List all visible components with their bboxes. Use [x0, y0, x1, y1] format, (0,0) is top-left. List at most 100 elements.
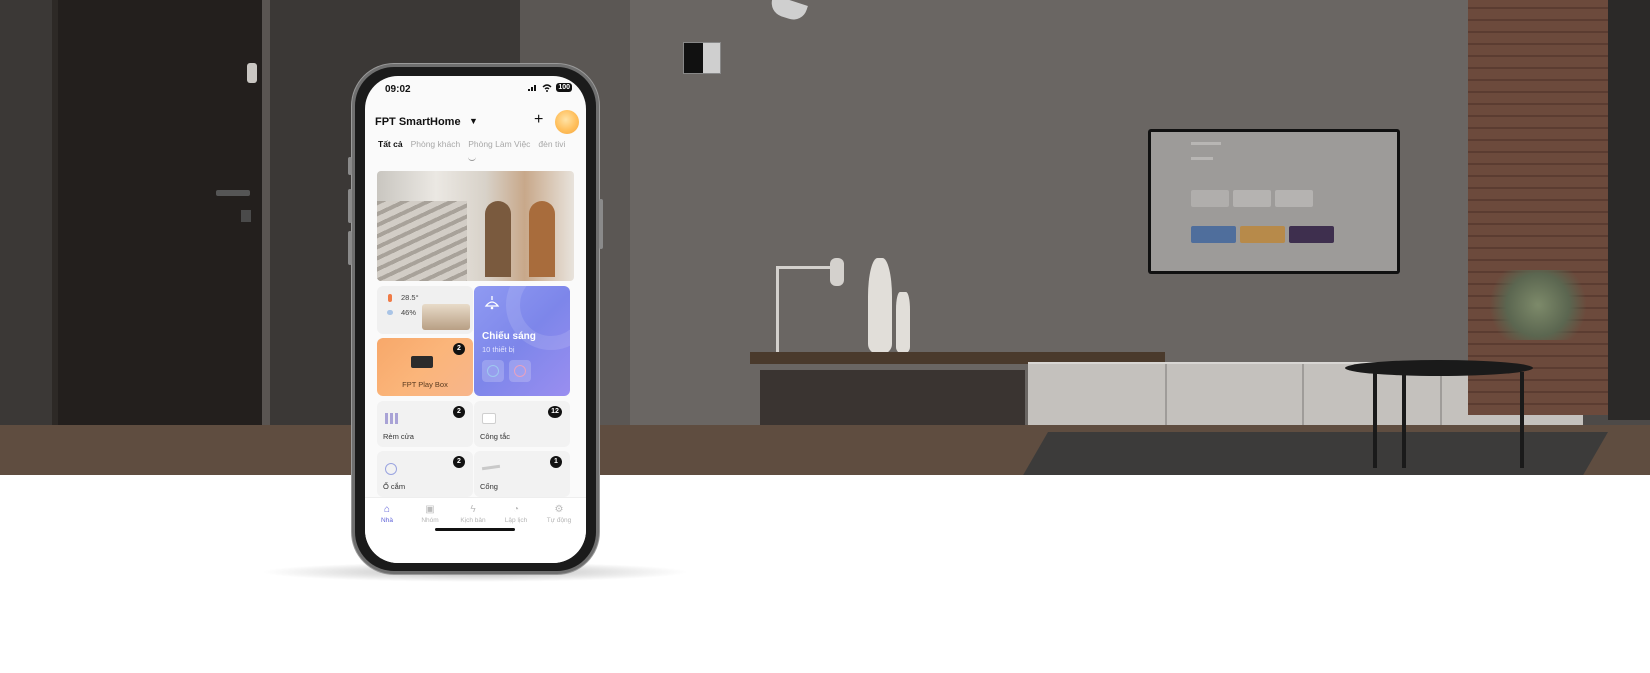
- play-box-icon: [411, 356, 433, 368]
- nav-label: Nhóm: [421, 517, 439, 524]
- lighting-title: Chiếu sáng: [482, 331, 536, 342]
- humidity-icon: [387, 310, 393, 315]
- battery-icon: 100: [556, 83, 572, 92]
- brick-wall: [1468, 0, 1608, 415]
- switch-icon: [482, 413, 496, 424]
- nav-label: Tự động: [546, 517, 572, 524]
- fpt-play-box-tile[interactable]: 2 FPT Play Box: [377, 338, 473, 396]
- cabinet-divider: [1302, 364, 1304, 426]
- tab-office[interactable]: Phòng Làm Việc: [468, 139, 530, 157]
- add-icon[interactable]: +: [534, 111, 543, 129]
- clock-icon: ◔: [512, 504, 520, 515]
- tab-all[interactable]: Tất cả: [378, 139, 403, 157]
- plant: [1478, 270, 1598, 340]
- power-ring-icon: [514, 365, 526, 377]
- phone-volume-up-button: [348, 189, 352, 223]
- status-time: 09:02: [385, 84, 411, 95]
- avatar[interactable]: [555, 110, 579, 134]
- tv-ui-card: [1191, 190, 1229, 207]
- chevron-down-icon[interactable]: ▼: [469, 116, 478, 126]
- phone-volume-down-button: [348, 231, 352, 265]
- pull-indicator: [468, 157, 476, 161]
- floor-lamp: [776, 266, 779, 352]
- power-ring-icon: [487, 365, 499, 377]
- book-shelf: [760, 370, 1025, 428]
- room-tabs: Tất cả Phòng khách Phòng Làm Việc đèn ti…: [378, 139, 583, 157]
- table-leg: [1373, 372, 1377, 468]
- window-column: [1608, 0, 1650, 420]
- weather-tile[interactable]: 28.5° 46%: [377, 286, 473, 334]
- nav-label: Nhà: [381, 517, 393, 524]
- floor-lamp-head: [830, 258, 844, 286]
- nav-scenario[interactable]: ϟ Kịch bản: [453, 504, 493, 524]
- door: [52, 0, 262, 425]
- tab-tv-light[interactable]: đèn tivi: [538, 139, 565, 157]
- vase: [868, 258, 892, 354]
- thermometer-icon: [388, 294, 392, 302]
- sofa-image: [422, 304, 470, 330]
- device-label: Rèm cửa: [383, 432, 414, 441]
- lighting-tile[interactable]: Chiếu sáng 10 thiết bị: [474, 286, 570, 396]
- signal-icon: [528, 85, 537, 91]
- banner-stairs: [377, 201, 467, 281]
- phone-mute-button: [348, 157, 352, 175]
- socket-icon: [385, 463, 397, 475]
- tv-ui-card: [1289, 226, 1334, 243]
- device-count-badge: 2: [453, 456, 465, 468]
- humidity-value: 46%: [401, 308, 417, 317]
- nav-automation[interactable]: ⚙ Tự động: [539, 504, 579, 524]
- door-frame: [262, 0, 270, 425]
- device-count-badge: 1: [550, 456, 562, 468]
- curtain-icon: [385, 413, 399, 424]
- gate-tile[interactable]: 1 Cổng: [474, 451, 570, 497]
- nav-schedule[interactable]: ◔ Lập lịch: [496, 504, 536, 524]
- tv-ui-card: [1275, 190, 1313, 207]
- lightning-icon: ϟ: [470, 504, 476, 515]
- cabinet-divider: [1165, 364, 1167, 426]
- nav-home[interactable]: ⌂ Nhà: [367, 504, 407, 524]
- door-sensor: [247, 63, 257, 83]
- switch-tile[interactable]: 12 Công tắc: [474, 401, 570, 447]
- temperature-value: 28.5°: [401, 293, 419, 302]
- nav-group[interactable]: ▣ Nhóm: [410, 504, 450, 524]
- light-on-button[interactable]: [482, 360, 504, 382]
- tv-ui-line: [1191, 142, 1221, 145]
- light-off-button[interactable]: [509, 360, 531, 382]
- wifi-icon: [542, 83, 552, 92]
- table-leg: [1520, 372, 1524, 468]
- device-label: Công tắc: [480, 432, 511, 441]
- socket-tile[interactable]: 2 Ổ cắm: [377, 451, 473, 497]
- door-handle: [216, 190, 250, 196]
- home-indicator: [435, 528, 515, 531]
- tv-ui-card: [1233, 190, 1271, 207]
- status-icons: 100: [528, 83, 572, 92]
- device-count-badge: 2: [453, 406, 465, 418]
- curtain-tile[interactable]: 2 Rèm cửa: [377, 401, 473, 447]
- tv-screen: [1151, 132, 1397, 271]
- status-bar: 09:02 100: [365, 76, 586, 104]
- phone-power-button: [599, 199, 603, 249]
- group-icon: ▣: [425, 504, 435, 515]
- nav-label: Lập lịch: [504, 517, 528, 524]
- tv-ui-card: [1240, 226, 1285, 243]
- television: [1148, 129, 1400, 274]
- smart-lock: [241, 210, 251, 222]
- hero-stage: 09:02 100 FPT SmartHome ▼ + Tất cả Phòng…: [0, 0, 1650, 673]
- home-banner-image: [377, 171, 574, 281]
- tv-ui-card: [1191, 226, 1236, 243]
- banner-arch-mirror: [485, 201, 511, 277]
- table-leg: [1402, 372, 1406, 468]
- home-icon: ⌂: [383, 504, 391, 515]
- ceiling-lamp-icon: [484, 295, 502, 313]
- home-selector[interactable]: FPT SmartHome: [375, 116, 461, 128]
- lighting-subtitle: 10 thiết bị: [482, 345, 515, 354]
- wall-switch-panel: [703, 43, 720, 73]
- app-header: FPT SmartHome ▼ +: [375, 110, 580, 138]
- app-screen: 09:02 100 FPT SmartHome ▼ + Tất cả Phòng…: [365, 76, 586, 563]
- gate-icon: [481, 464, 501, 471]
- banner-arch-door: [529, 201, 555, 277]
- automation-icon: ⚙: [554, 504, 564, 515]
- device-count-badge: 12: [548, 406, 562, 418]
- device-label: FPT Play Box: [402, 380, 448, 389]
- tab-living-room[interactable]: Phòng khách: [411, 139, 461, 157]
